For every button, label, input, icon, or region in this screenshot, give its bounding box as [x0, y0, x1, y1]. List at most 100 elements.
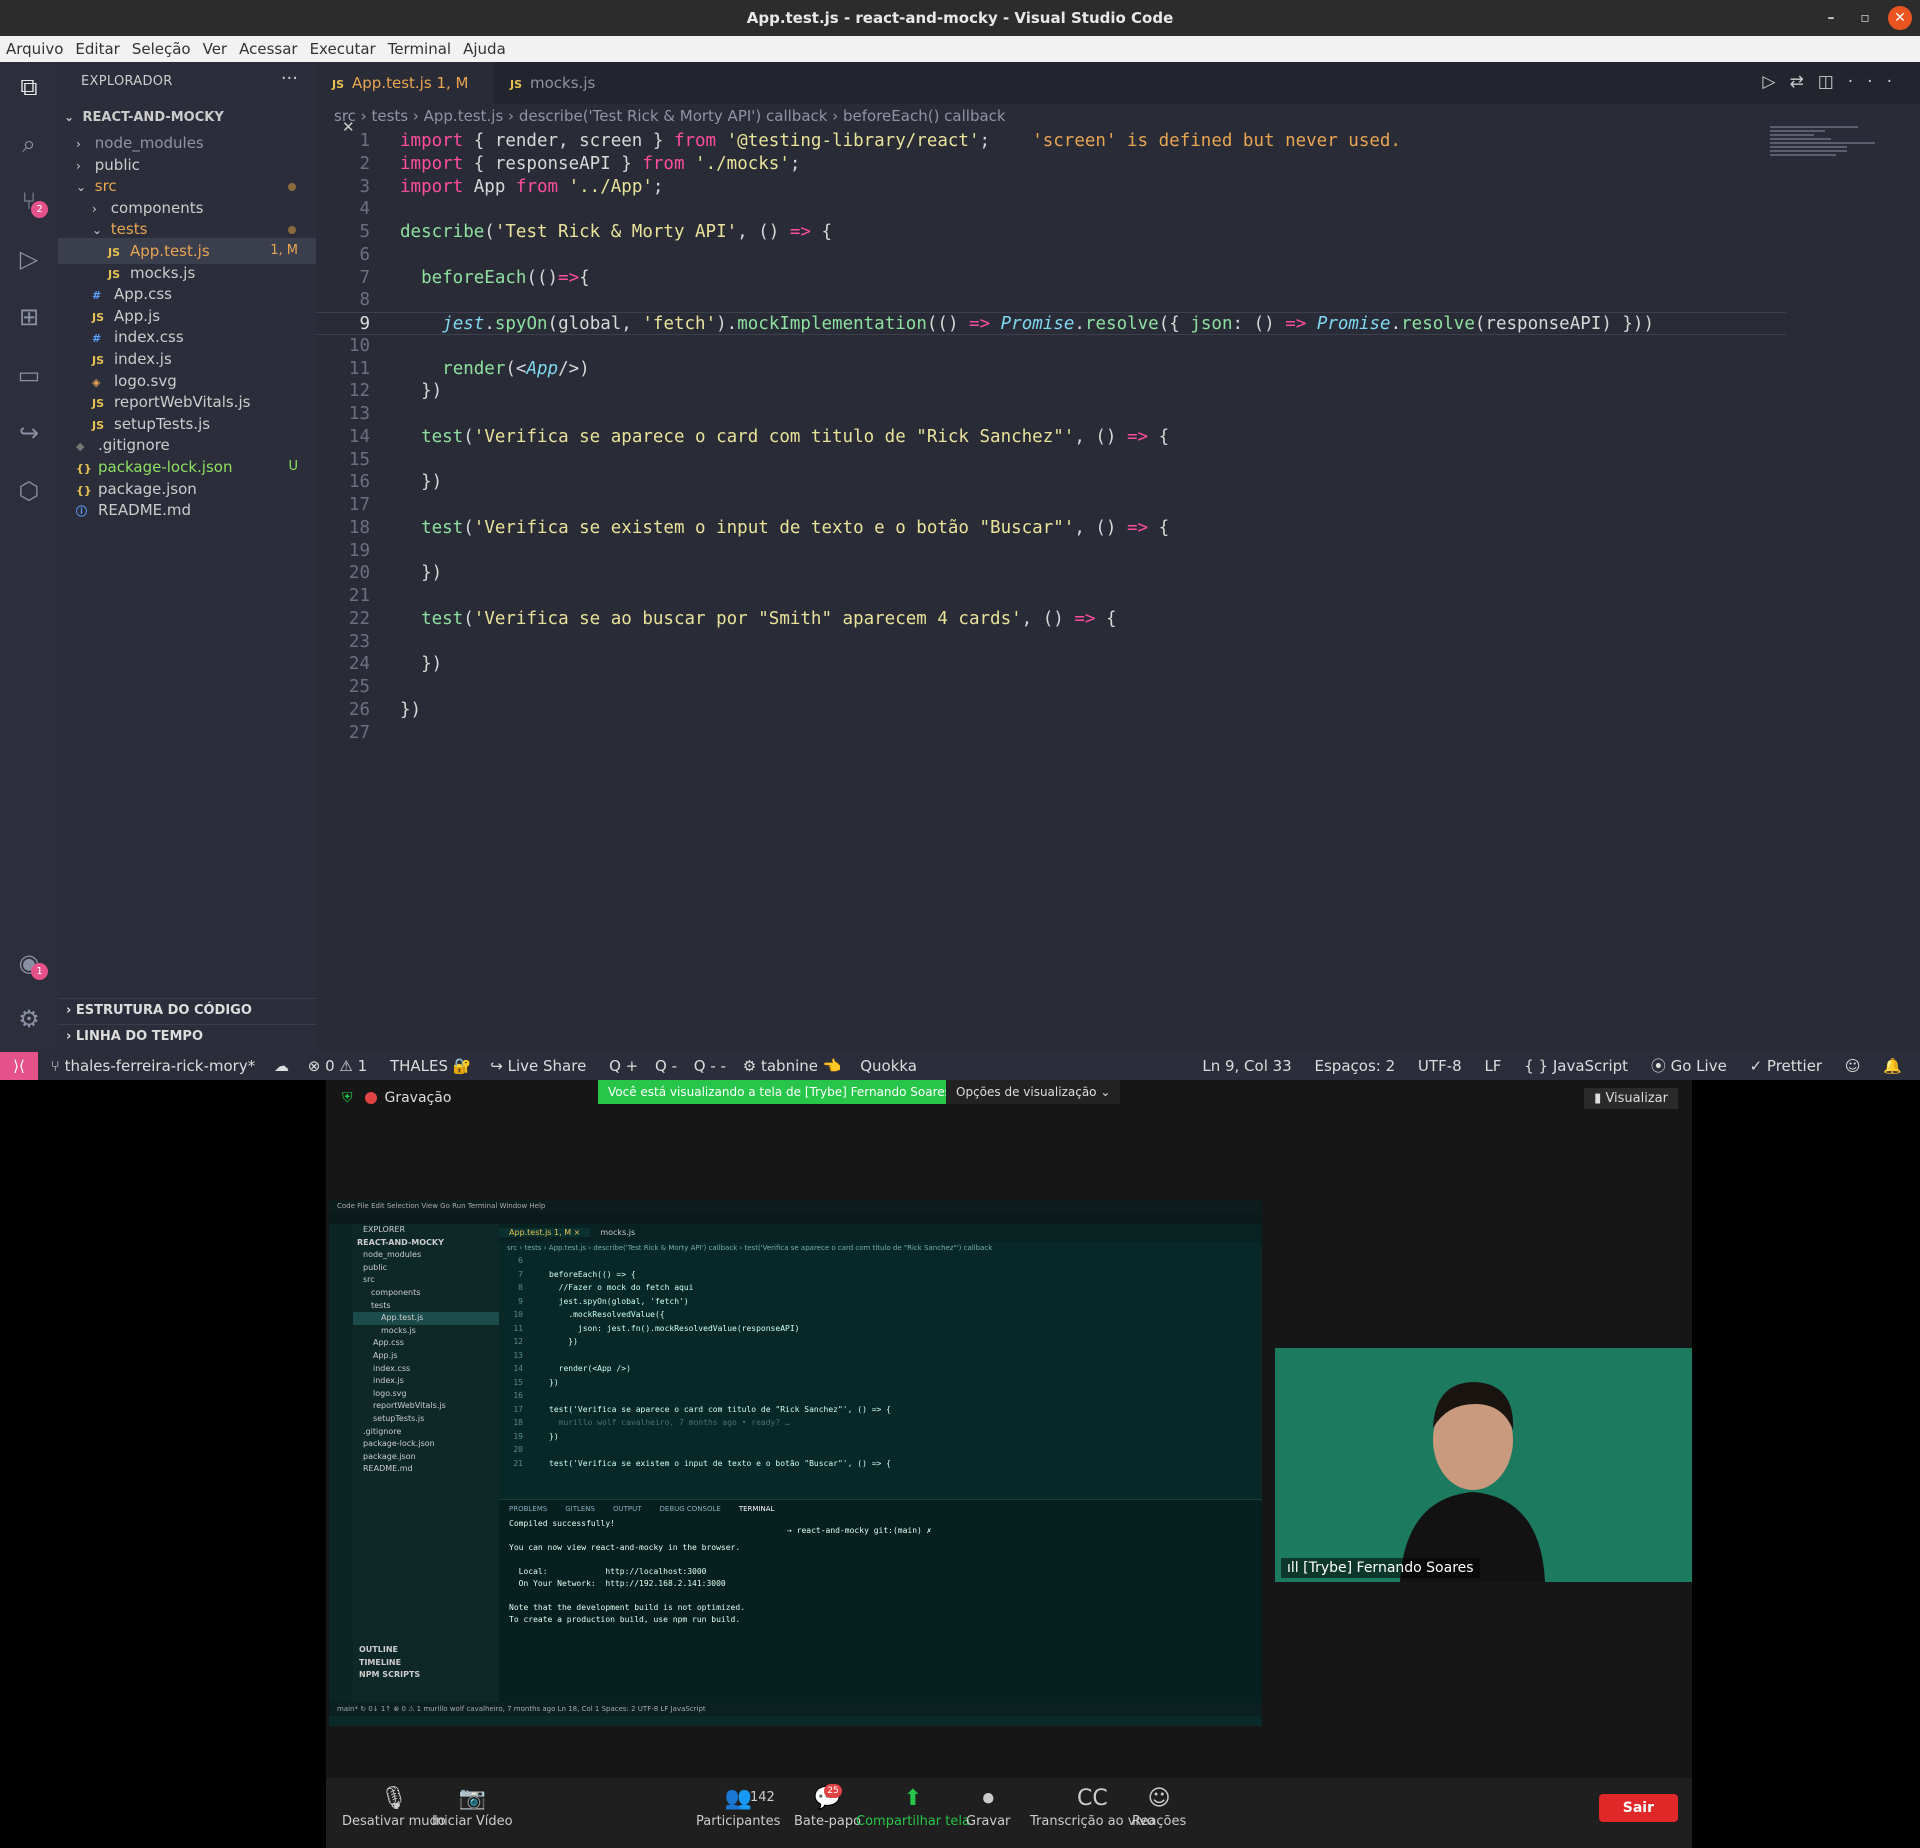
breadcrumb-item[interactable]: beforeEach() callback — [843, 107, 1006, 125]
q-minus-minus[interactable]: Q - - — [694, 1057, 726, 1075]
view-options-button[interactable]: Opções de visualização ⌄ — [946, 1080, 1121, 1104]
line-number: 16 — [348, 472, 370, 493]
code-text: }) — [400, 472, 443, 493]
quokka-status[interactable]: Quokka — [860, 1057, 917, 1075]
timeline-section[interactable]: › LINHA DO TEMPO — [58, 1024, 316, 1048]
menu-item[interactable]: Arquivo — [0, 40, 69, 58]
status-bar: ⟩⟨ ⑂ thales-ferreira-rick-mory* ☁ ⊗ 0 ⚠ … — [0, 1052, 1920, 1080]
explorer-icon[interactable]: ⧉ — [12, 70, 46, 104]
menu-item[interactable]: Ajuda — [457, 40, 512, 58]
feedback-icon[interactable]: ☺ — [1845, 1057, 1861, 1075]
close-button[interactable]: ✕ — [1888, 6, 1912, 30]
source-control-icon[interactable]: ⑂ 2 — [12, 184, 48, 218]
zoom-rea-es-button[interactable]: ☺ Reações — [1132, 1784, 1186, 1829]
go-live-status[interactable]: ⦿ Go Live — [1651, 1057, 1727, 1075]
visualizar-button[interactable]: ▮ Visualizar — [1584, 1088, 1678, 1109]
split-editor-icon[interactable]: ◫ — [1818, 72, 1848, 92]
more-actions-icon[interactable]: ··· — [281, 68, 298, 89]
code-text: beforeEach(()=>{ — [421, 267, 590, 288]
remote-indicator[interactable]: ⟩⟨ — [0, 1052, 38, 1080]
code-line: 2 import { responseAPI } from './mocks'; — [316, 153, 1786, 176]
window-controls: – ▫ ✕ — [1814, 0, 1920, 36]
shared-file: public — [363, 1262, 388, 1272]
shared-line-number: 7 — [518, 1269, 523, 1279]
extensions-icon[interactable]: ⊞ — [12, 300, 46, 334]
zoom-participantes-button[interactable]: 👥 142 Participantes — [696, 1784, 780, 1829]
shared-line-number: 17 — [513, 1404, 523, 1414]
zoom-button-label: Reações — [1132, 1814, 1187, 1829]
zoom-iniciar-v-deo-button[interactable]: 📷 Iniciar Vídeo — [432, 1784, 513, 1829]
sync-icon[interactable]: ☁ — [274, 1057, 289, 1075]
remote-explorer-icon[interactable]: ▭ — [12, 358, 46, 392]
compare-icon[interactable]: ⇄ — [1789, 72, 1817, 92]
shared-code-line: 11 json: jest.fn().mockResolvedValue(res… — [499, 1322, 1262, 1336]
tab-app-test[interactable]: JS App.test.js 1, M ✕ — [316, 62, 494, 136]
branch-status[interactable]: ⑂ thales-ferreira-rick-mory* — [51, 1057, 255, 1075]
run-icon[interactable]: ▷ — [1762, 72, 1789, 92]
breadcrumb-separator: › — [355, 107, 372, 125]
modified-dot — [288, 183, 296, 192]
breadcrumb-item[interactable]: describe('Test Rick & Morty API') callba… — [519, 107, 828, 125]
shared-code-line: 15}) — [499, 1376, 1262, 1390]
cursor-position[interactable]: Ln 9, Col 33 — [1202, 1057, 1291, 1075]
breadcrumb-item[interactable]: App.test.js — [424, 107, 504, 125]
zoom-bate-papo-button[interactable]: 💬 25 Bate-papo — [794, 1784, 861, 1829]
zoom-button-label: Desativar mudo — [342, 1814, 446, 1829]
indent-status[interactable]: Espaços: 2 — [1315, 1057, 1396, 1075]
code-editor[interactable]: 1 import { render, screen } from '@testin… — [316, 130, 1786, 744]
tab-label: mocks.js — [530, 74, 596, 92]
live-share-status[interactable]: ↪ Live Share — [490, 1057, 586, 1075]
search-icon[interactable]: ⌕ — [12, 127, 46, 161]
live-share-label: Live Share — [507, 1057, 587, 1075]
tabnine-status[interactable]: ⚙ tabnine 👈 — [743, 1057, 842, 1075]
breadcrumb-item[interactable]: tests — [371, 107, 408, 125]
breadcrumb-item[interactable]: src — [334, 107, 356, 125]
q-plus[interactable]: Q + — [609, 1057, 638, 1075]
maximize-button[interactable]: ▫ — [1848, 10, 1882, 26]
code-line: 24 }) — [316, 653, 1786, 676]
menu-item[interactable]: Executar — [304, 40, 382, 58]
gear-icon[interactable]: ⚙ — [12, 1002, 46, 1036]
zoom-compartilhar-tela-button[interactable]: ⬆ Compartilhar tela — [856, 1784, 970, 1829]
eol-status[interactable]: LF — [1484, 1057, 1501, 1075]
minimap[interactable] — [1770, 124, 1880, 184]
q-minus[interactable]: Q - — [655, 1057, 677, 1075]
more-icon[interactable]: ··· — [1848, 72, 1906, 92]
menu-item[interactable]: Editar — [69, 40, 125, 58]
language-status[interactable]: { } JavaScript — [1524, 1057, 1628, 1075]
modified-dot — [288, 226, 296, 235]
problems-status[interactable]: ⊗ 0 ⚠ 1 — [308, 1057, 367, 1075]
shared-panel-tabs: PROBLEMS GITLENS OUTPUT DEBUG CONSOLE TERMIN… — [499, 1500, 1262, 1518]
user-status[interactable]: THALES 🔐 — [390, 1057, 472, 1075]
zoom-gravar-button[interactable]: ⏺ Gravar — [966, 1784, 1010, 1829]
menu-item[interactable]: Ver — [197, 40, 234, 58]
line-number: 22 — [348, 608, 370, 629]
bell-icon[interactable]: 🔔 — [1883, 1057, 1902, 1075]
live-share-icon[interactable]: ↪ — [12, 416, 46, 450]
zoom-desativar-mudo-button[interactable]: 🎙 Desativar mudo — [342, 1784, 446, 1829]
prettier-status[interactable]: ✓ Prettier — [1750, 1057, 1823, 1075]
tree-item[interactable]: ⓘ README.md — [58, 497, 316, 523]
outline-section[interactable]: › ESTRUTURA DO CÓDIGO — [58, 998, 316, 1022]
tab-mocks[interactable]: JS mocks.js — [494, 62, 634, 104]
menu-item[interactable]: Seleção — [126, 40, 197, 58]
webcam-tile[interactable]: ıll [Trybe] Fernando Soares — [1275, 1348, 1692, 1582]
leave-button[interactable]: Sair — [1598, 1794, 1678, 1822]
shared-panel-tab: GITLENS — [565, 1505, 595, 1513]
explorer-root[interactable]: ⌄ REACT-AND-MOCKY — [58, 104, 316, 130]
minimize-button[interactable]: – — [1814, 10, 1848, 26]
menu-item[interactable]: Acessar — [233, 40, 303, 58]
zoom-window: ⛨ Gravação Você está visualizando a tela … — [326, 1080, 1692, 1848]
account-icon[interactable]: ◉ 1 — [12, 946, 48, 980]
encoding-status[interactable]: UTF-8 — [1418, 1057, 1462, 1075]
docker-icon[interactable]: ⬡ — [12, 474, 46, 508]
shared-terminal-line: You can now view react-and-mocky in the … — [509, 1543, 741, 1552]
run-debug-icon[interactable]: ▷ — [12, 242, 46, 276]
menu-item[interactable]: Terminal — [382, 40, 457, 58]
breadcrumb: src › tests › App.test.js › describe('Te… — [334, 107, 1006, 125]
shared-outline-item: TIMELINE — [359, 1657, 402, 1667]
shared-terminal-line: To create a production build, use npm ru… — [509, 1615, 741, 1624]
shared-file: reportWebVitals.js — [373, 1401, 446, 1411]
timeline-label: LINHA DO TEMPO — [75, 1029, 203, 1044]
shared-file: README.md — [363, 1464, 413, 1474]
